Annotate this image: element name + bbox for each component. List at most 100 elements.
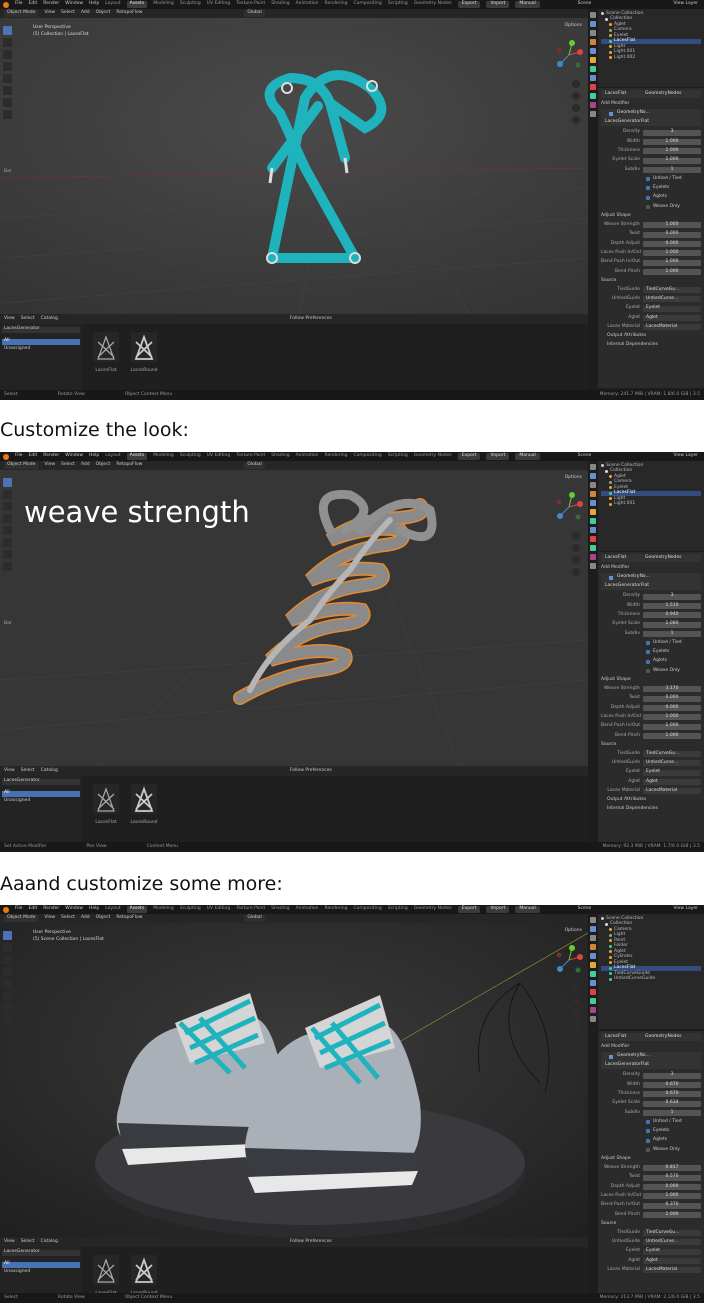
properties-tab-icon[interactable] xyxy=(590,491,596,497)
hand-icon[interactable] xyxy=(572,92,580,100)
workspace-geometry-nodes[interactable]: Geometry Nodes xyxy=(414,2,452,7)
property-field[interactable]: 3 xyxy=(643,129,701,136)
properties-tab-icon[interactable] xyxy=(590,111,596,117)
asset-laces-round[interactable]: LacesRound xyxy=(128,784,160,825)
asset-library-dropdown[interactable]: LacesGenerator xyxy=(2,1249,80,1256)
retopoflow-menu[interactable]: RetopoFlow xyxy=(116,916,142,921)
workspace-shading[interactable]: Shading xyxy=(271,2,289,7)
move-icon[interactable] xyxy=(3,955,12,964)
3d-viewport[interactable]: User Perspective (5) Collection | LacesF… xyxy=(0,18,588,314)
asset-menu-view[interactable]: View xyxy=(4,316,15,322)
workspace-layout[interactable]: Layout xyxy=(105,907,120,912)
workspace-texture-paint[interactable]: Texture Paint xyxy=(236,907,265,912)
camera-icon[interactable] xyxy=(572,1009,580,1017)
property-field[interactable]: UntiedCurve... xyxy=(643,760,701,767)
import-method-dropdown[interactable]: Follow Preferences xyxy=(290,316,332,322)
workspace-uv-editing[interactable]: UV Editing xyxy=(207,454,230,459)
retopoflow-menu[interactable]: RetopoFlow xyxy=(116,463,142,468)
property-field[interactable]: 0.000 xyxy=(643,1183,701,1190)
grid-icon[interactable] xyxy=(572,116,580,124)
workspace-assets[interactable]: Assets xyxy=(126,453,148,460)
manual-button[interactable]: Manual xyxy=(515,1,540,8)
node-tree-selector[interactable]: LacesGeneratorFlat xyxy=(601,118,701,126)
modifier-name[interactable]: GeometryNo... xyxy=(617,111,650,116)
add-modifier-button[interactable]: Add Modifier xyxy=(601,100,701,109)
property-field[interactable]: 1.000 xyxy=(643,714,701,721)
workspace-compositing[interactable]: Compositing xyxy=(354,2,382,7)
subpanel-header[interactable]: Internal Dependencies xyxy=(601,805,701,814)
export-button[interactable]: Export xyxy=(457,453,481,460)
properties-tab-icon[interactable] xyxy=(590,935,596,941)
workspace-rendering[interactable]: Rendering xyxy=(325,907,348,912)
property-field[interactable]: 0.000 xyxy=(643,695,701,702)
catalog-unassigned[interactable]: Unassigned xyxy=(2,1269,80,1276)
properties-tab-icon[interactable] xyxy=(590,21,596,27)
view-layer-selector[interactable]: View Layer xyxy=(673,454,698,459)
menu-add[interactable]: Add xyxy=(81,916,90,921)
transform-icon[interactable] xyxy=(3,538,12,547)
workspace-assets[interactable]: Assets xyxy=(126,906,148,913)
menu-add[interactable]: Add xyxy=(81,11,90,16)
checkbox-icon[interactable] xyxy=(646,205,650,210)
asset-laces-round[interactable]: LacesRound xyxy=(128,332,160,373)
property-field[interactable]: 1.000 xyxy=(643,1193,701,1200)
property-field[interactable]: 0.670 xyxy=(643,1081,701,1088)
adjust-shape-header[interactable]: Adjust Shape xyxy=(601,676,701,685)
property-field[interactable]: UntiedCurve... xyxy=(643,1239,701,1246)
property-field[interactable]: 1.000 xyxy=(643,1211,701,1218)
move-icon[interactable] xyxy=(3,502,12,511)
import-button[interactable]: Import xyxy=(486,453,510,460)
blender-logo-icon[interactable] xyxy=(3,1,9,8)
properties-tab-icon[interactable] xyxy=(590,536,596,542)
manual-button[interactable]: Manual xyxy=(515,453,540,460)
asset-menu-select[interactable]: Select xyxy=(21,316,35,322)
select-box-icon[interactable] xyxy=(3,931,12,940)
rotate-icon[interactable] xyxy=(3,62,12,71)
move-icon[interactable] xyxy=(3,50,12,59)
workspace-modeling[interactable]: Modeling xyxy=(153,2,173,7)
workspace-texture-paint[interactable]: Texture Paint xyxy=(236,454,265,459)
asset-menu-catalog[interactable]: Catalog xyxy=(41,768,58,774)
navigation-gizmo-icon[interactable] xyxy=(554,40,584,70)
properties-tab-icon[interactable] xyxy=(590,509,596,515)
toggle-row[interactable]: Weave Only xyxy=(601,1145,701,1154)
add-modifier-button[interactable]: Add Modifier xyxy=(601,564,701,573)
workspace-animation[interactable]: Animation xyxy=(296,907,319,912)
property-field[interactable]: 0.817 xyxy=(643,1165,701,1172)
property-field[interactable]: 1.000 xyxy=(643,138,701,145)
menu-select[interactable]: Select xyxy=(61,11,75,16)
properties-tab-icon[interactable] xyxy=(590,527,596,533)
property-field[interactable]: 1 xyxy=(643,166,701,173)
property-field[interactable]: 1.000 xyxy=(643,157,701,164)
export-button[interactable]: Export xyxy=(457,1,481,8)
manual-button[interactable]: Manual xyxy=(515,906,540,913)
menu-select[interactable]: Select xyxy=(61,916,75,921)
properties-tab-icon[interactable] xyxy=(590,1016,596,1022)
properties-tab-icon[interactable] xyxy=(590,93,596,99)
properties-tab-icon[interactable] xyxy=(590,39,596,45)
menu-render[interactable]: Render xyxy=(43,907,59,912)
properties-tab-icon[interactable] xyxy=(590,75,596,81)
properties-tab-icon[interactable] xyxy=(590,482,596,488)
workspace-rendering[interactable]: Rendering xyxy=(325,454,348,459)
menu-edit[interactable]: Edit xyxy=(29,2,38,7)
checkbox-icon[interactable] xyxy=(646,669,650,674)
workspace-geometry-nodes[interactable]: Geometry Nodes xyxy=(414,907,452,912)
properties-tab-icon[interactable] xyxy=(590,473,596,479)
property-field[interactable]: Aglet xyxy=(643,778,701,785)
node-tree-selector[interactable]: LacesGeneratorFlat xyxy=(601,1061,701,1069)
property-field[interactable]: 0.634 xyxy=(643,1100,701,1107)
properties-tab-icon[interactable] xyxy=(590,944,596,950)
toggle-row[interactable]: Weave Only xyxy=(601,202,701,211)
checkbox-icon[interactable] xyxy=(646,650,650,655)
properties-tab-icon[interactable] xyxy=(590,980,596,986)
properties-tab-icon[interactable] xyxy=(590,30,596,36)
properties-tab-icon[interactable] xyxy=(590,500,596,506)
toggle-row[interactable]: Eyelets xyxy=(601,648,701,657)
select-box-icon[interactable] xyxy=(3,26,12,35)
orientation-dropdown[interactable]: Global xyxy=(244,462,265,469)
import-button[interactable]: Import xyxy=(486,906,510,913)
workspace-scripting[interactable]: Scripting xyxy=(388,907,408,912)
property-field[interactable]: 1 xyxy=(643,1109,701,1116)
checkbox-icon[interactable] xyxy=(646,1148,650,1153)
